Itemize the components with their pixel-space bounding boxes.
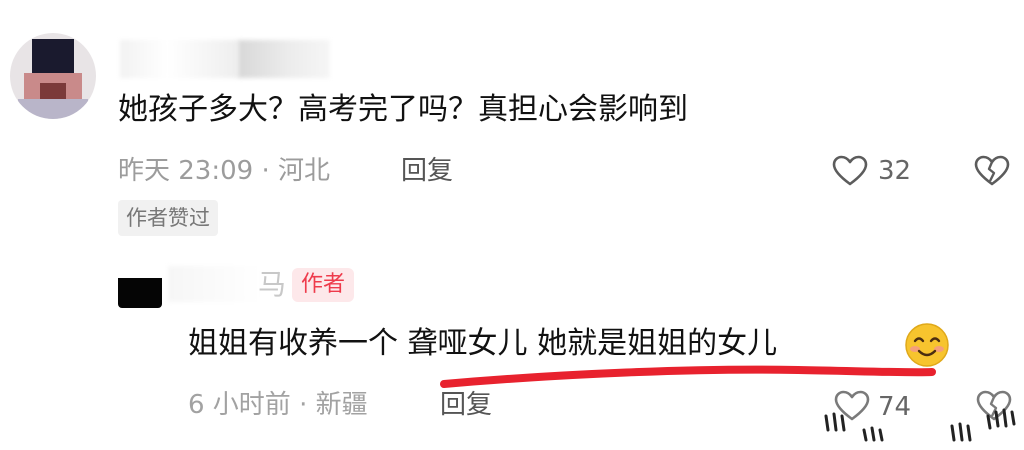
red-highlight-underline: [440, 365, 936, 388]
reply-reply-button[interactable]: 回复: [440, 386, 492, 424]
comment-thread: 她孩子多大？高考完了吗？真担心会影响到 昨天 23:09 · 河北 回复 32 …: [0, 0, 1024, 450]
heart-outline-icon[interactable]: [832, 155, 868, 187]
author-liked-badge: 作者赞过: [118, 200, 218, 236]
comment-like-count: 32: [878, 156, 912, 186]
commenter-name-redacted-2: [238, 40, 330, 78]
comment-reply-button[interactable]: 回复: [401, 152, 453, 190]
author-tag: 作者: [292, 268, 355, 302]
comment-meta: 昨天 23:09 · 河北: [118, 156, 330, 186]
reply-meta: 6 小时前 · 新疆: [188, 390, 368, 420]
watermark-marks: [824, 408, 1016, 442]
broken-heart-icon[interactable]: [974, 155, 1010, 187]
commenter-avatar[interactable]: [10, 33, 96, 119]
comment-text: 她孩子多大？高考完了吗？真担心会影响到: [118, 92, 688, 127]
commenter-name-redacted: [120, 40, 238, 78]
author-name-partial: 马: [258, 268, 287, 301]
author-name-redacted: [168, 266, 260, 302]
author-avatar[interactable]: [118, 258, 162, 308]
